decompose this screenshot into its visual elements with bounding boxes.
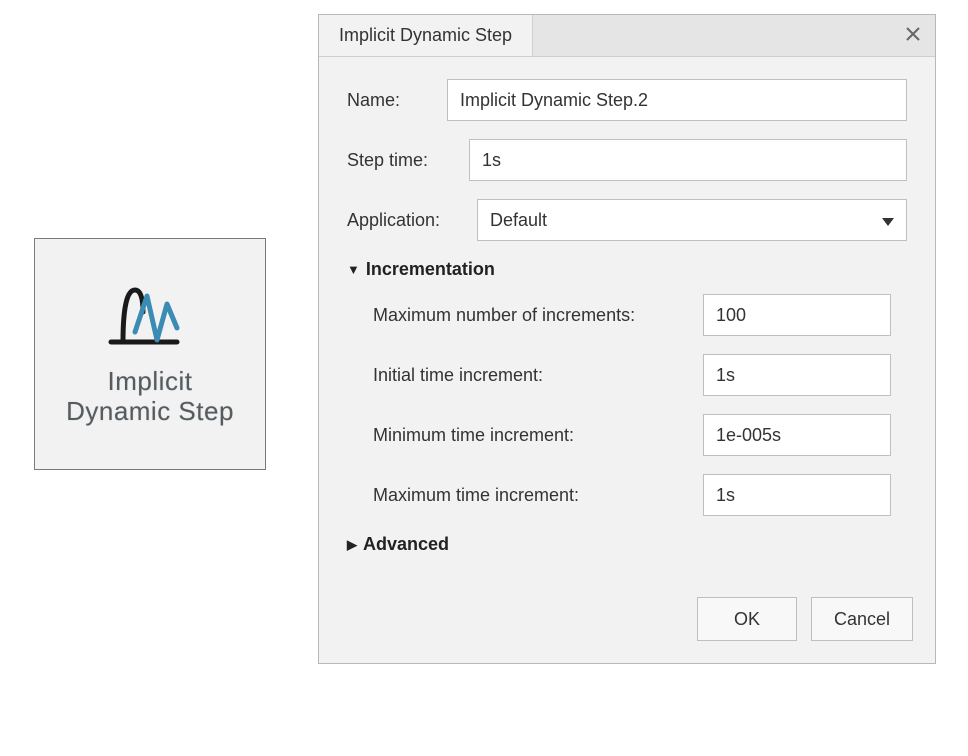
close-button[interactable] [891,15,935,56]
implicit-dynamic-step-icon [105,282,195,357]
dialog-titlebar: Implicit Dynamic Step [319,15,935,57]
advanced-header-label: Advanced [363,534,449,555]
max-ti-label: Maximum time increment: [373,485,703,506]
max-ti-input[interactable] [703,474,891,516]
max-increments-row: Maximum number of increments: [373,294,907,336]
implicit-dynamic-step-tile[interactable]: ImplicitDynamic Step [34,238,266,470]
dialog-body: Name: Step time: Application: Default ▼ … [319,57,935,581]
incrementation-header-label: Incrementation [366,259,495,280]
name-input[interactable] [447,79,907,121]
application-select[interactable]: Default [477,199,907,241]
min-ti-label: Minimum time increment: [373,425,703,446]
max-increments-input[interactable] [703,294,891,336]
min-ti-input[interactable] [703,414,891,456]
steptime-input[interactable] [469,139,907,181]
min-ti-row: Minimum time increment: [373,414,907,456]
dialog-footer: OK Cancel [319,581,935,663]
titlebar-spacer [533,15,891,56]
ok-button[interactable]: OK [697,597,797,641]
initial-ti-row: Initial time increment: [373,354,907,396]
max-ti-row: Maximum time increment: [373,474,907,516]
application-label: Application: [347,210,477,231]
initial-ti-input[interactable] [703,354,891,396]
name-label: Name: [347,90,447,111]
close-icon [906,25,920,46]
tile-label: ImplicitDynamic Step [66,367,234,427]
cancel-button-label: Cancel [834,609,890,630]
cancel-button[interactable]: Cancel [811,597,913,641]
application-row: Application: Default [347,199,907,241]
application-select-value: Default [490,210,547,231]
steptime-row: Step time: [347,139,907,181]
ok-button-label: OK [734,609,760,630]
incrementation-group: Maximum number of increments: Initial ti… [347,294,907,516]
steptime-label: Step time: [347,150,469,171]
name-row: Name: [347,79,907,121]
max-increments-label: Maximum number of increments: [373,305,703,326]
implicit-dynamic-step-dialog: Implicit Dynamic Step Name: Step time: A… [318,14,936,664]
triangle-right-icon: ▶ [347,537,357,553]
chevron-down-icon [882,210,894,231]
advanced-header[interactable]: ▶ Advanced [347,534,907,555]
triangle-down-icon: ▼ [347,262,360,277]
incrementation-header[interactable]: ▼ Incrementation [347,259,907,280]
dialog-title-tab: Implicit Dynamic Step [319,15,533,56]
initial-ti-label: Initial time increment: [373,365,703,386]
